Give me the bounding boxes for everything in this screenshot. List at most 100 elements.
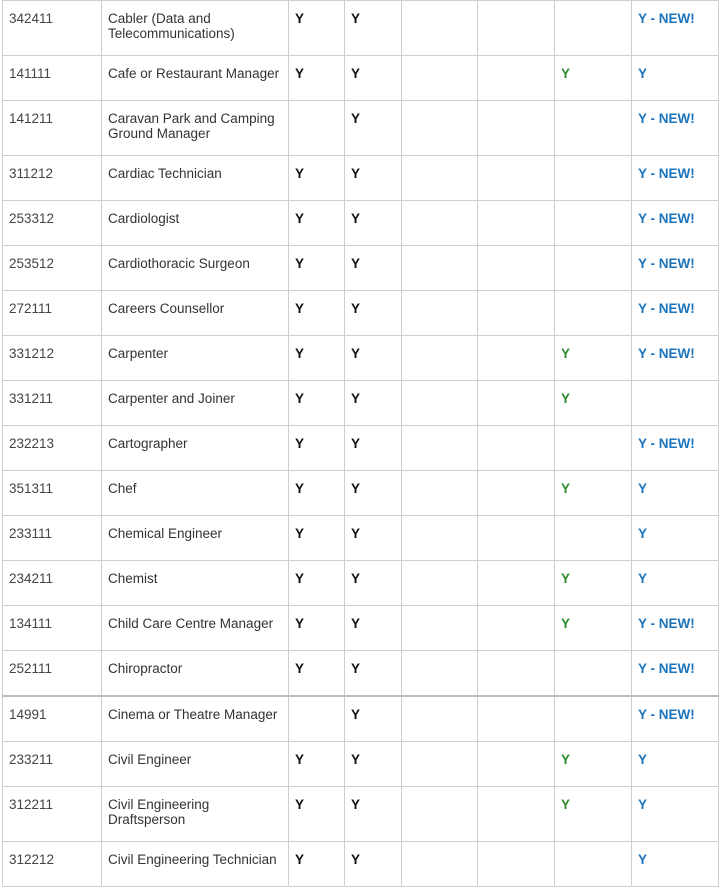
table-row: 253512 Cardiothoracic Surgeon Y Y Y - NEW! — [2, 245, 719, 291]
list-flag-cell-1: Y — [288, 380, 345, 426]
list-flag-cell-6: Y - NEW! — [631, 290, 719, 336]
list-flag-cell-1: Y — [288, 425, 345, 471]
occupation-name-cell: Carpenter and Joiner — [101, 380, 289, 426]
occupation-name-cell: Civil Engineering Draftsperson — [101, 786, 289, 842]
list-flag-cell-3 — [401, 290, 478, 336]
list-flag-cell-2: Y — [344, 515, 402, 561]
list-flag-cell-3 — [401, 650, 478, 697]
list-flag-cell-3 — [401, 786, 478, 842]
anzsco-code-cell: 141111 — [2, 55, 102, 101]
list-flag-cell-2: Y — [344, 55, 402, 101]
list-flag-cell-1: Y — [288, 741, 345, 787]
list-flag-cell-1: Y — [288, 200, 345, 246]
list-flag-cell-3 — [401, 55, 478, 101]
occupation-name-cell: Chemist — [101, 560, 289, 606]
list-flag-cell-2: Y — [344, 786, 402, 842]
list-flag-cell-3 — [401, 245, 478, 291]
list-flag-cell-3 — [401, 200, 478, 246]
occupation-name-cell: Caravan Park and Camping Ground Manager — [101, 100, 289, 156]
list-flag-cell-2: Y — [344, 605, 402, 651]
occupation-name-cell: Cinema or Theatre Manager — [101, 695, 289, 742]
list-flag-cell-6: Y - NEW! — [631, 335, 719, 381]
list-flag-cell-2: Y — [344, 0, 402, 56]
list-flag-cell-4 — [477, 335, 555, 381]
list-flag-cell-2: Y — [344, 155, 402, 201]
list-flag-cell-5 — [554, 200, 632, 246]
list-flag-cell-4 — [477, 290, 555, 336]
list-flag-cell-1: Y — [288, 55, 345, 101]
table-row: 272111 Careers Counsellor Y Y Y - NEW! — [2, 290, 719, 336]
anzsco-code-cell: 233211 — [2, 741, 102, 787]
table-row: 253312 Cardiologist Y Y Y - NEW! — [2, 200, 719, 246]
list-flag-cell-6: Y - NEW! — [631, 650, 719, 697]
anzsco-code-cell: 14991 — [2, 695, 102, 742]
list-flag-cell-5 — [554, 695, 632, 742]
anzsco-code-cell: 233111 — [2, 515, 102, 561]
list-flag-cell-6: Y - NEW! — [631, 200, 719, 246]
list-flag-cell-2: Y — [344, 200, 402, 246]
list-flag-cell-1: Y — [288, 245, 345, 291]
list-flag-cell-4 — [477, 695, 555, 742]
list-flag-cell-4 — [477, 245, 555, 291]
table-row: 233211 Civil Engineer Y Y Y Y — [2, 741, 719, 787]
list-flag-cell-6: Y - NEW! — [631, 695, 719, 742]
list-flag-cell-1 — [288, 100, 345, 156]
list-flag-cell-4 — [477, 470, 555, 516]
list-flag-cell-5 — [554, 245, 632, 291]
list-flag-cell-4 — [477, 0, 555, 56]
list-flag-cell-2: Y — [344, 695, 402, 742]
list-flag-cell-6: Y - NEW! — [631, 100, 719, 156]
list-flag-cell-3 — [401, 100, 478, 156]
list-flag-cell-2: Y — [344, 100, 402, 156]
list-flag-cell-5 — [554, 155, 632, 201]
list-flag-cell-4 — [477, 605, 555, 651]
table-row: 233111 Chemical Engineer Y Y Y — [2, 515, 719, 561]
table-row: 312212 Civil Engineering Technician Y Y Y — [2, 841, 719, 887]
list-flag-cell-5: Y — [554, 605, 632, 651]
table-row: 232213 Cartographer Y Y Y - NEW! — [2, 425, 719, 471]
list-flag-cell-4 — [477, 741, 555, 787]
table-row: 234211 Chemist Y Y Y Y — [2, 560, 719, 606]
list-flag-cell-5: Y — [554, 380, 632, 426]
anzsco-code-cell: 331211 — [2, 380, 102, 426]
list-flag-cell-3 — [401, 380, 478, 426]
occupation-name-cell: Child Care Centre Manager — [101, 605, 289, 651]
list-flag-cell-3 — [401, 0, 478, 56]
list-flag-cell-3 — [401, 841, 478, 887]
table-row: 342411 Cabler (Data and Telecommunication… — [2, 0, 719, 56]
list-flag-cell-2: Y — [344, 470, 402, 516]
table-row: 14991 Cinema or Theatre Manager Y Y - NEW! — [2, 695, 719, 742]
list-flag-cell-4 — [477, 515, 555, 561]
list-flag-cell-1: Y — [288, 560, 345, 606]
list-flag-cell-6: Y - NEW! — [631, 425, 719, 471]
list-flag-cell-1: Y — [288, 605, 345, 651]
list-flag-cell-2: Y — [344, 425, 402, 471]
list-flag-cell-3 — [401, 335, 478, 381]
list-flag-cell-2: Y — [344, 741, 402, 787]
table-row: 351311 Chef Y Y Y Y — [2, 470, 719, 516]
occupation-name-cell: Carpenter — [101, 335, 289, 381]
list-flag-cell-2: Y — [344, 380, 402, 426]
anzsco-code-cell: 312211 — [2, 786, 102, 842]
list-flag-cell-6: Y — [631, 470, 719, 516]
anzsco-code-cell: 331212 — [2, 335, 102, 381]
list-flag-cell-2: Y — [344, 335, 402, 381]
occupation-name-cell: Civil Engineer — [101, 741, 289, 787]
list-flag-cell-4 — [477, 380, 555, 426]
occupation-name-cell: Cardiac Technician — [101, 155, 289, 201]
list-flag-cell-5 — [554, 841, 632, 887]
occupation-name-cell: Civil Engineering Technician — [101, 841, 289, 887]
occupation-name-cell: Cafe or Restaurant Manager — [101, 55, 289, 101]
list-flag-cell-5: Y — [554, 335, 632, 381]
list-flag-cell-4 — [477, 55, 555, 101]
table-row: 141211 Caravan Park and Camping Ground Ma… — [2, 100, 719, 156]
list-flag-cell-1: Y — [288, 335, 345, 381]
anzsco-code-cell: 253512 — [2, 245, 102, 291]
list-flag-cell-5 — [554, 0, 632, 56]
list-flag-cell-2: Y — [344, 841, 402, 887]
list-flag-cell-4 — [477, 155, 555, 201]
list-flag-cell-3 — [401, 155, 478, 201]
list-flag-cell-5 — [554, 425, 632, 471]
list-flag-cell-4 — [477, 650, 555, 697]
table-row: 141111 Cafe or Restaurant Manager Y Y Y Y — [2, 55, 719, 101]
